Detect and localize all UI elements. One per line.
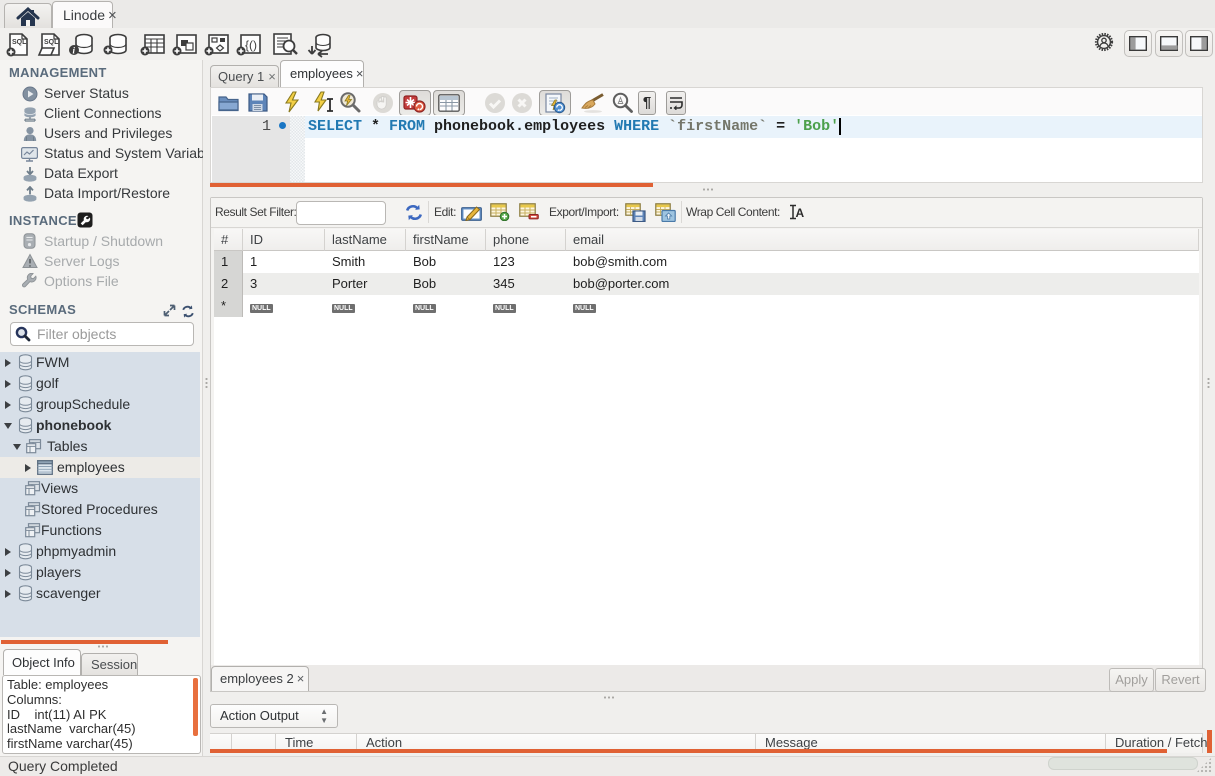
- svg-text:{(): {(): [245, 38, 257, 52]
- svg-text:A: A: [796, 206, 805, 220]
- svg-text:SQL: SQL: [44, 39, 59, 46]
- svg-text:SQL: SQL: [12, 39, 27, 46]
